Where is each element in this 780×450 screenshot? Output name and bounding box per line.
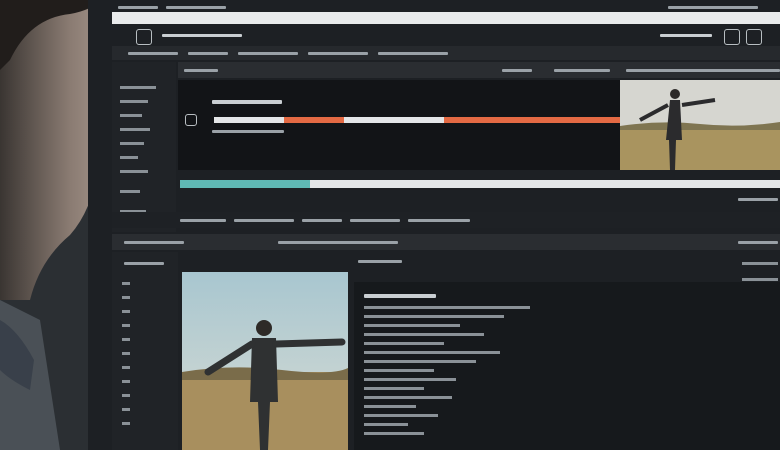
lower-sidebar-item[interactable] <box>122 380 130 383</box>
header-text <box>162 34 242 37</box>
log-panel-title <box>364 294 436 298</box>
log-line <box>364 342 444 345</box>
bottom-header-right <box>738 241 778 244</box>
log-line <box>364 396 452 399</box>
tab-label <box>166 6 226 9</box>
video-track-panel <box>178 80 620 170</box>
sidebar-item[interactable] <box>120 170 148 173</box>
monitor-icon[interactable] <box>136 29 152 45</box>
scrub-progress <box>180 180 310 188</box>
clip-title <box>358 260 402 263</box>
lower-sidebar-title <box>124 262 164 265</box>
secondary-item[interactable] <box>408 219 470 222</box>
toolbar-item[interactable] <box>378 52 448 55</box>
secondary-item[interactable] <box>302 219 342 222</box>
toolbar-item[interactable] <box>308 52 368 55</box>
monitor-screen <box>88 0 780 450</box>
menu-icon[interactable] <box>746 29 762 45</box>
sidebar-item[interactable] <box>120 190 140 193</box>
lower-sidebar-item[interactable] <box>122 296 130 299</box>
window-controls <box>668 6 758 9</box>
lower-sidebar-item[interactable] <box>122 366 130 369</box>
bottom-header-mid <box>278 241 398 244</box>
track-title <box>212 100 282 104</box>
lower-sidebar-item[interactable] <box>122 422 130 425</box>
lower-sidebar-item[interactable] <box>122 282 130 285</box>
sidebar-item[interactable] <box>120 142 144 145</box>
toolbar-item[interactable] <box>238 52 298 55</box>
log-line <box>364 324 460 327</box>
tab-label <box>118 6 158 9</box>
toolbar-item[interactable] <box>188 52 228 55</box>
secondary-item[interactable] <box>234 219 294 222</box>
section-title <box>184 69 218 72</box>
secondary-item[interactable] <box>180 219 226 222</box>
log-line <box>364 414 438 417</box>
bottom-header <box>112 234 780 250</box>
video-preview-thumbnail[interactable] <box>620 80 780 170</box>
scrub-time <box>738 198 778 201</box>
log-line <box>364 423 408 426</box>
lower-sidebar-item[interactable] <box>122 408 130 411</box>
log-line <box>364 351 500 354</box>
header-right-text <box>660 34 712 37</box>
section-right-label <box>626 69 780 72</box>
log-line <box>364 369 434 372</box>
lower-sidebar-item[interactable] <box>122 310 130 313</box>
log-line <box>364 306 530 309</box>
sidebar-item[interactable] <box>120 100 148 103</box>
log-line <box>364 387 424 390</box>
right-control[interactable] <box>742 278 778 281</box>
lower-sidebar-item[interactable] <box>122 394 130 397</box>
sidebar-item[interactable] <box>120 156 138 159</box>
sidebar-item[interactable] <box>120 114 142 117</box>
lower-sidebar-item[interactable] <box>122 324 130 327</box>
section-right-label <box>502 69 532 72</box>
log-line <box>364 405 416 408</box>
sidebar-item[interactable] <box>120 128 150 131</box>
video-clip-thumbnail[interactable] <box>182 272 348 450</box>
log-line <box>364 432 424 435</box>
log-line <box>364 360 476 363</box>
log-line <box>364 333 484 336</box>
log-line <box>364 378 456 381</box>
timeline-played <box>444 117 632 123</box>
track-sub <box>212 130 284 133</box>
log-line <box>364 315 504 318</box>
toolbar-item[interactable] <box>128 52 178 55</box>
right-control[interactable] <box>742 262 778 265</box>
play-icon[interactable] <box>185 114 197 126</box>
settings-icon[interactable] <box>724 29 740 45</box>
section-right-label <box>554 69 610 72</box>
secondary-item[interactable] <box>350 219 400 222</box>
lower-sidebar-item[interactable] <box>122 352 130 355</box>
sidebar-item[interactable] <box>120 86 156 89</box>
bottom-header-left <box>124 241 184 244</box>
lower-sidebar-item[interactable] <box>122 338 130 341</box>
top-bar <box>112 12 780 24</box>
timeline-played <box>284 117 344 123</box>
